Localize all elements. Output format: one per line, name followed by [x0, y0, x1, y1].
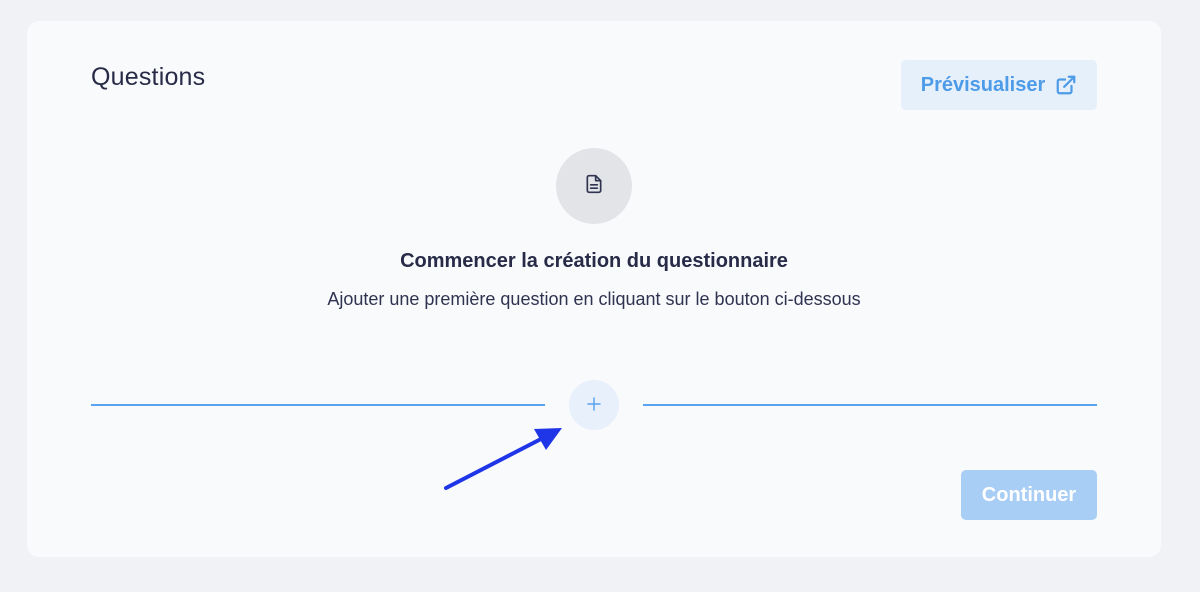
external-link-icon: [1055, 74, 1077, 96]
empty-state-icon-circle: [556, 148, 632, 224]
empty-state-subtitle: Ajouter une première question en cliquan…: [327, 289, 861, 309]
continue-button[interactable]: Continuer: [961, 470, 1097, 520]
empty-state-title: Commencer la création du questionnaire: [400, 250, 788, 272]
plus-icon: [585, 395, 603, 416]
page-title: Questions: [91, 63, 206, 91]
add-question-button[interactable]: [569, 380, 619, 430]
divider-left: [91, 404, 545, 406]
preview-button-label: Prévisualiser: [920, 73, 1046, 96]
divider-right: [643, 404, 1097, 406]
questions-card: Questions Prévisualiser Commencer la cré…: [27, 21, 1161, 557]
preview-button[interactable]: Prévisualiser: [901, 60, 1097, 110]
document-icon: [584, 174, 604, 199]
